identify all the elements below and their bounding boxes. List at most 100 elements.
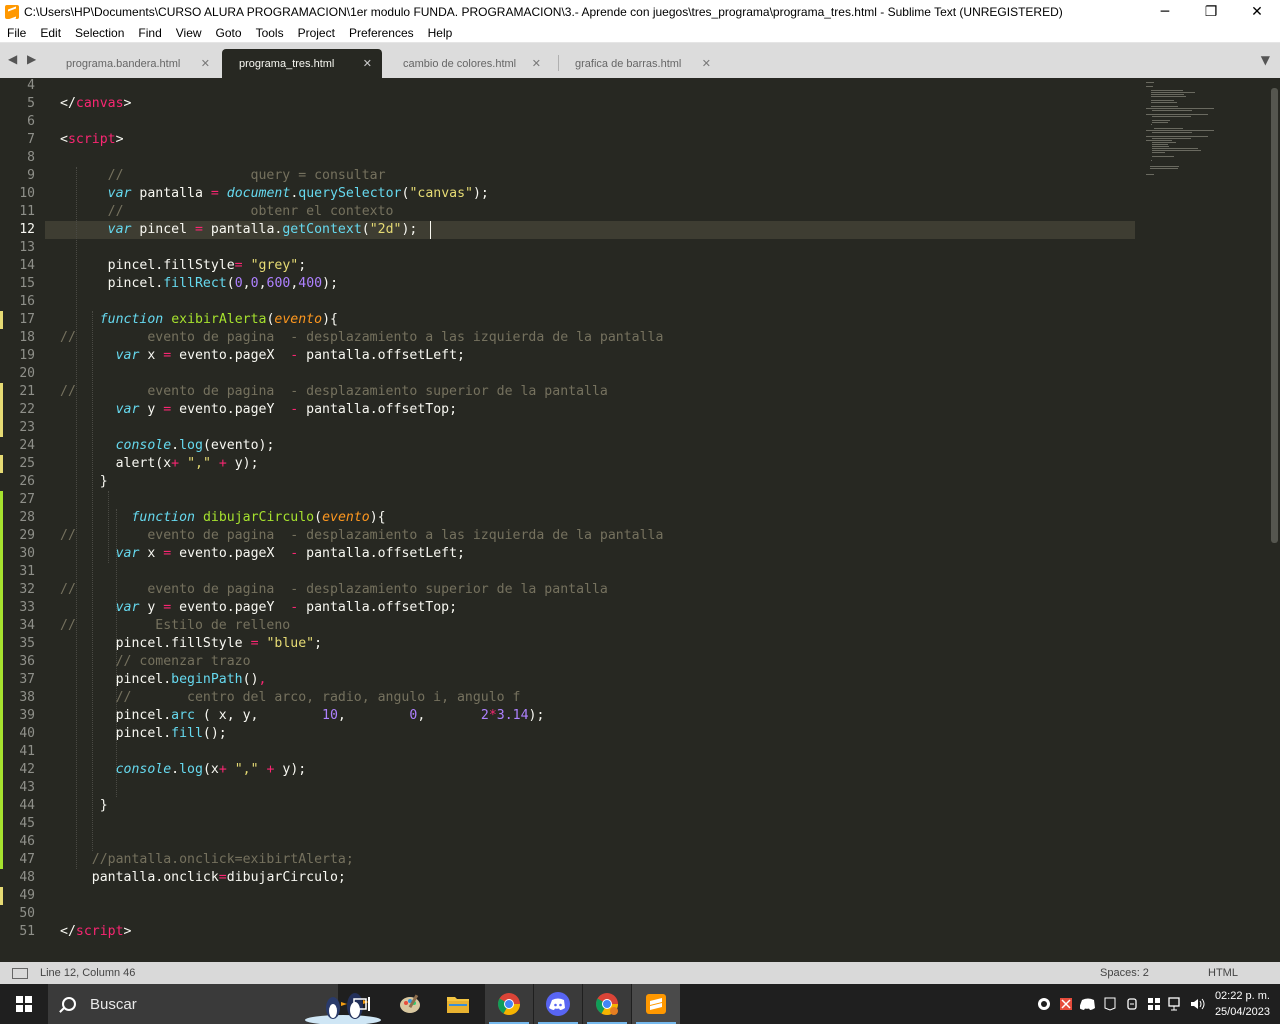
menu-find[interactable]: Find xyxy=(131,26,168,40)
menu-file[interactable]: File xyxy=(0,26,33,40)
tab-close-icon[interactable]: ✕ xyxy=(702,57,711,70)
tab-label: grafica de barras.html xyxy=(575,57,682,70)
task-view-icon[interactable] xyxy=(338,984,386,1024)
line-number: 19 xyxy=(19,348,35,363)
code-line[interactable]: var y = evento.pageY - pantalla.offsetTo… xyxy=(60,599,457,617)
minimap-line xyxy=(1149,168,1179,169)
code-line[interactable]: pincel.beginPath(), xyxy=(60,671,267,689)
syntax-setting[interactable]: HTML xyxy=(1208,967,1238,979)
menu-goto[interactable]: Goto xyxy=(209,26,249,40)
minimize-button[interactable]: ─ xyxy=(1142,0,1188,23)
file-explorer-icon[interactable] xyxy=(434,984,482,1024)
epic-games-tray-icon[interactable] xyxy=(1099,984,1121,1024)
code-line[interactable]: pincel.fillStyle= "grey"; xyxy=(60,257,307,275)
search-placeholder: Buscar xyxy=(90,995,137,1013)
start-button[interactable] xyxy=(0,984,48,1024)
code-line[interactable]: // evento de pagina - desplazamiento a l… xyxy=(60,329,663,347)
minimap-line xyxy=(1149,166,1180,167)
evernote-tray-icon[interactable] xyxy=(1033,984,1055,1024)
volume-icon[interactable] xyxy=(1187,984,1209,1024)
line-number: 17 xyxy=(19,312,35,327)
menu-tools[interactable]: Tools xyxy=(249,26,291,40)
code-line[interactable]: } xyxy=(60,473,108,491)
menu-help[interactable]: Help xyxy=(421,26,460,40)
code-line[interactable]: var y = evento.pageY - pantalla.offsetTo… xyxy=(60,401,457,419)
code-line[interactable]: // Estilo de relleno xyxy=(60,617,290,635)
tab-grafica-de-barras[interactable]: grafica de barras.html ✕ xyxy=(561,49,721,78)
code-line[interactable]: function dibujarCirculo(evento){ xyxy=(60,509,385,527)
device-tray-icon[interactable] xyxy=(1121,984,1143,1024)
line-number: 33 xyxy=(19,600,35,615)
line-number: 39 xyxy=(19,708,35,723)
search-icon xyxy=(62,997,76,1011)
menu-edit[interactable]: Edit xyxy=(33,26,68,40)
taskbar-clock[interactable]: 02:22 p. m. 25/04/2023 xyxy=(1209,988,1280,1020)
menu-preferences[interactable]: Preferences xyxy=(342,26,421,40)
code-line[interactable]: // evento de pagina - desplazamiento sup… xyxy=(60,581,608,599)
code-line[interactable]: pincel.fillStyle = "blue"; xyxy=(60,635,323,653)
panel-toggle-icon[interactable] xyxy=(12,967,28,979)
code-line[interactable]: alert(x+ "," + y); xyxy=(60,455,259,473)
code-line[interactable]: console.log(x+ "," + y); xyxy=(60,761,307,779)
code-line[interactable]: pincel.fillRect(0,0,600,400); xyxy=(60,275,338,293)
code-editor[interactable]: 4 5 6 7 8 9 10 11 12 13 14 15 16 17 18 19 20 21 22 23 24 25 26… xyxy=(0,78,1280,962)
security-tray-icon[interactable] xyxy=(1143,984,1165,1024)
tab-close-icon[interactable]: ✕ xyxy=(363,57,372,70)
code-line[interactable]: var pincel = pantalla.getContext("2d"); xyxy=(60,221,418,239)
code-line[interactable]: // comenzar trazo xyxy=(60,653,251,671)
line-number: 48 xyxy=(19,870,35,885)
line-number: 42 xyxy=(19,762,35,777)
close-button[interactable]: ✕ xyxy=(1234,0,1280,23)
code-line[interactable]: // centro del arco, radio, angulo i, ang… xyxy=(60,689,521,707)
discord-tray-icon[interactable] xyxy=(1077,984,1099,1024)
line-number: 30 xyxy=(19,546,35,561)
code-line[interactable]: pantalla.onclick=dibujarCirculo; xyxy=(60,869,346,887)
code-area[interactable]: </canvas> <script> // query = consultar v… xyxy=(60,78,1140,962)
menu-view[interactable]: View xyxy=(169,26,209,40)
code-line[interactable]: // query = consultar xyxy=(60,167,386,185)
code-line[interactable]: } xyxy=(60,797,108,815)
code-line[interactable]: var x = evento.pageX - pantalla.offsetLe… xyxy=(60,347,465,365)
maximize-button[interactable]: ❐ xyxy=(1188,0,1234,23)
code-line[interactable]: var pantalla = document.querySelector("c… xyxy=(60,185,489,203)
minimap-line xyxy=(1151,92,1195,93)
minimap-line xyxy=(1152,120,1171,121)
tab-list-dropdown-icon[interactable]: ▼ xyxy=(1261,53,1270,67)
code-line[interactable]: function exibirAlerta(evento){ xyxy=(60,311,338,329)
tab-close-icon[interactable]: ✕ xyxy=(201,57,210,70)
taskbar-search[interactable]: Buscar xyxy=(48,984,381,1024)
scrollbar-thumb[interactable] xyxy=(1271,88,1278,543)
line-number: 31 xyxy=(19,564,35,579)
tab-programa-bandera[interactable]: programa.bandera.html ✕ xyxy=(52,49,220,78)
tab-programa-tres[interactable]: programa_tres.html ✕ xyxy=(222,49,382,78)
code-line[interactable]: console.log(evento); xyxy=(60,437,275,455)
sublime-text-taskbar-icon[interactable] xyxy=(632,984,680,1024)
code-line[interactable]: </canvas> xyxy=(60,95,131,113)
code-line[interactable]: // obtenr el contexto xyxy=(60,203,394,221)
sublime-text-icon xyxy=(5,4,19,19)
code-line[interactable]: pincel.arc ( x, y, 10, 0, 2*3.14); xyxy=(60,707,545,725)
app-tray-icon[interactable] xyxy=(1055,984,1077,1024)
chrome-icon[interactable] xyxy=(485,984,533,1024)
minimap-line xyxy=(1152,138,1191,139)
indentation-setting[interactable]: Spaces: 2 xyxy=(1100,967,1149,979)
code-line[interactable]: </script> xyxy=(60,923,131,941)
menu-project[interactable]: Project xyxy=(291,26,342,40)
code-line[interactable]: // evento de pagina - desplazamiento sup… xyxy=(60,383,608,401)
paint-app-icon[interactable] xyxy=(386,984,434,1024)
discord-icon[interactable] xyxy=(534,984,582,1024)
tab-cambio-de-colores[interactable]: cambio de colores.html ✕ xyxy=(389,49,551,78)
minimap-line xyxy=(1152,146,1170,147)
vertical-scrollbar[interactable] xyxy=(1270,78,1278,962)
tab-close-icon[interactable]: ✕ xyxy=(532,57,541,70)
code-line[interactable]: // evento de pagina - desplazamiento a l… xyxy=(60,527,663,545)
chrome-profile-icon[interactable] xyxy=(583,984,631,1024)
code-line[interactable]: //pantalla.onclick=exibirtAlerta; xyxy=(60,851,354,869)
code-line[interactable]: pincel.fill(); xyxy=(60,725,227,743)
network-icon[interactable] xyxy=(1165,984,1187,1024)
tab-navigation-arrows[interactable]: ◀ ▶ xyxy=(8,52,39,66)
menu-selection[interactable]: Selection xyxy=(68,26,131,40)
code-line[interactable]: var x = evento.pageX - pantalla.offsetLe… xyxy=(60,545,465,563)
minimap[interactable] xyxy=(1140,78,1268,188)
code-line[interactable]: <script> xyxy=(60,131,124,149)
